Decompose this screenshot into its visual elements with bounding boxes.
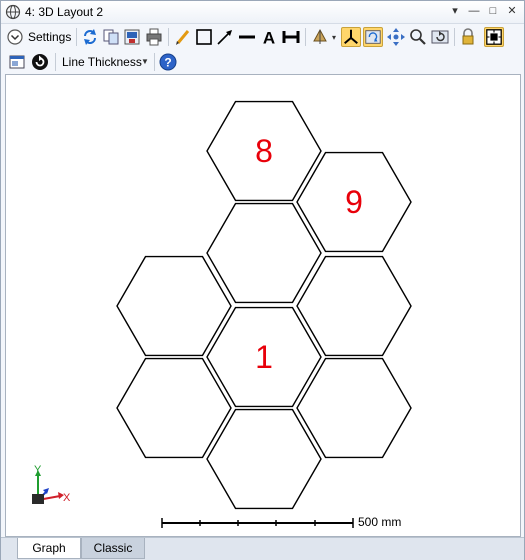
hexagon-segment: [296, 255, 412, 357]
copy-icon[interactable]: [101, 27, 121, 47]
close-button[interactable]: ✕: [505, 4, 519, 18]
toolbar-separator: [76, 28, 77, 46]
window-layout-icon[interactable]: [7, 52, 27, 72]
save-image-icon[interactable]: [122, 27, 142, 47]
toolbar-separator: [454, 28, 455, 46]
svg-text:?: ?: [164, 56, 171, 70]
maximize-button[interactable]: □: [486, 4, 500, 18]
hexagon-segment: [296, 357, 412, 459]
main-toolbar: Settings A ▾: [1, 25, 524, 49]
x-axis-label: X: [63, 492, 71, 504]
scale-bar: [161, 518, 354, 528]
toolbar-separator: [55, 53, 56, 71]
reset-view-icon[interactable]: [430, 27, 450, 47]
hexagon-label: 8: [255, 133, 273, 169]
rotate-dropdown-icon[interactable]: ▾: [332, 33, 336, 42]
refresh-icon[interactable]: [80, 27, 100, 47]
axes-triad: Y X: [32, 464, 71, 504]
tab-classic[interactable]: Classic: [81, 538, 145, 559]
pencil-icon[interactable]: [173, 27, 193, 47]
app-icon: [5, 4, 21, 20]
dimension-icon[interactable]: [281, 27, 301, 47]
settings-button[interactable]: Settings: [28, 30, 71, 44]
title-bar: 4: 3D Layout 2 ▾ — □ ✕: [1, 1, 524, 24]
axes-icon[interactable]: [341, 27, 361, 47]
help-icon[interactable]: ?: [158, 52, 178, 72]
y-axis-label: Y: [34, 464, 42, 476]
text-icon[interactable]: A: [259, 27, 279, 48]
rotate-view-icon[interactable]: [310, 27, 330, 47]
update-icon[interactable]: [30, 52, 50, 72]
line-thickness-button[interactable]: Line Thickness: [62, 55, 142, 69]
pan-icon[interactable]: [386, 27, 406, 47]
window-title: 4: 3D Layout 2: [25, 5, 104, 19]
tab-graph[interactable]: Graph: [17, 538, 81, 559]
auto-rotate-icon[interactable]: [363, 27, 383, 47]
view-tabs: Graph Classic: [1, 537, 524, 560]
hexagon-segment: [206, 408, 322, 510]
print-icon[interactable]: [144, 27, 164, 47]
line-thickness-dropdown-icon[interactable]: ▼: [141, 57, 149, 66]
hexagon-segment: [206, 202, 322, 304]
hexagon-label: 9: [345, 184, 363, 220]
zoom-icon[interactable]: [408, 27, 428, 47]
layout-canvas[interactable]: 8 9 1 Y X: [5, 74, 521, 537]
hexagon-label: 1: [255, 339, 273, 375]
hexagon-layout: 8 9 1 Y X: [32, 100, 412, 528]
hexagon-segment: [116, 255, 232, 357]
svg-text:A: A: [263, 29, 275, 48]
fit-view-icon[interactable]: [484, 27, 504, 47]
toolbar-separator: [154, 53, 155, 71]
window-menu-button[interactable]: ▾: [448, 4, 462, 18]
toolbar-separator: [168, 28, 169, 46]
arrow-icon[interactable]: [215, 27, 235, 47]
rectangle-icon[interactable]: [194, 27, 214, 47]
toolbar-separator: [305, 28, 306, 46]
minimize-button[interactable]: —: [467, 4, 481, 18]
layout-window: 4: 3D Layout 2 ▾ — □ ✕ Settings A ▾ Line…: [0, 0, 525, 560]
line-icon[interactable]: [237, 27, 257, 47]
settings-chevron-icon[interactable]: [5, 27, 25, 47]
lock-icon[interactable]: [458, 27, 478, 47]
scale-bar-label: 500 mm: [358, 515, 402, 529]
hexagon-segment: [116, 357, 232, 459]
secondary-toolbar: Line Thickness ▼ ?: [1, 50, 524, 74]
